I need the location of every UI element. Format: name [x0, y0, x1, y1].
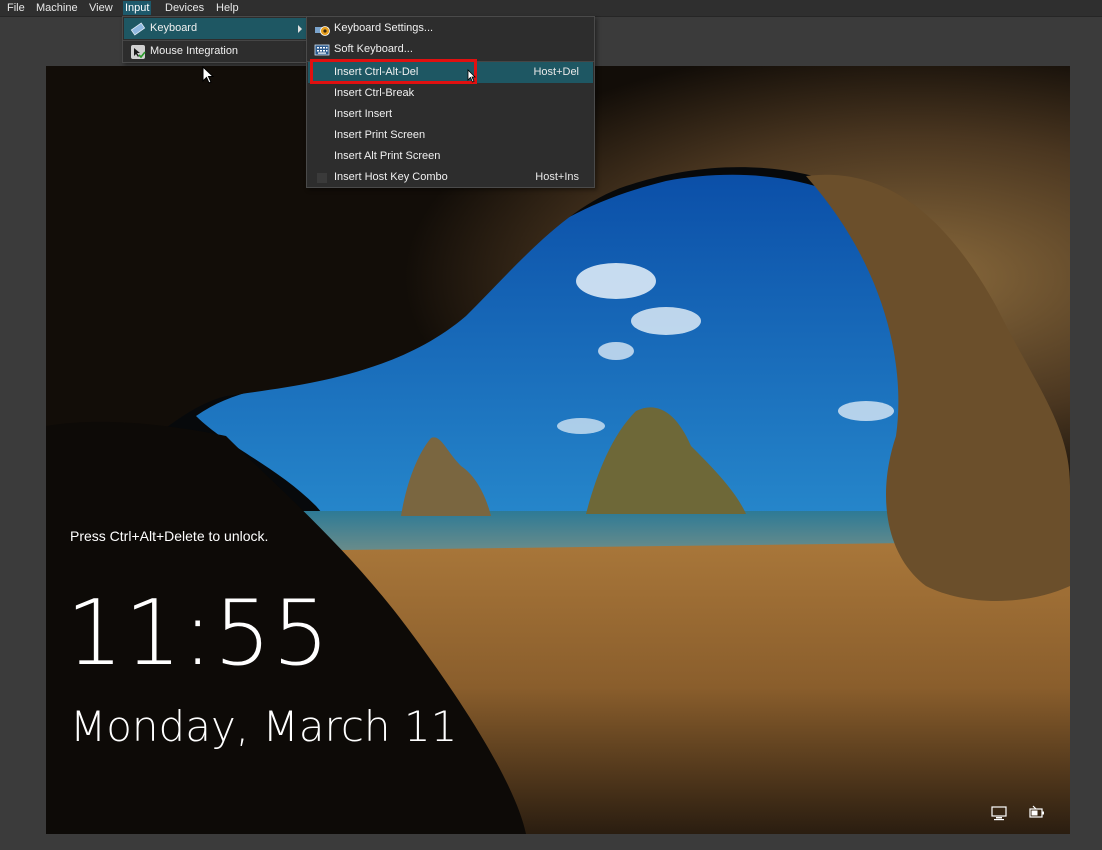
menu-item-insert-print-screen[interactable]: Insert Print Screen [308, 125, 593, 146]
input-menu-label: Mouse Integration [150, 45, 239, 57]
menu-item-insert-ctrl-break[interactable]: Insert Ctrl-Break [308, 83, 593, 104]
menu-item-insert-alt-print-screen[interactable]: Insert Alt Print Screen [308, 146, 593, 167]
menu-item-label: Soft Keyboard... [334, 43, 413, 55]
input-menu-item-mouse-integration[interactable]: Mouse Integration [124, 41, 306, 62]
menu-item-shortcut: Host+Ins [535, 171, 579, 183]
menu-file[interactable]: File [5, 1, 27, 15]
menubar: File Machine View Input Devices Help [0, 0, 1102, 17]
mouse-cursor-icon [467, 69, 476, 83]
input-menu: Keyboard Mouse Integration [122, 16, 308, 63]
menu-item-insert-host-key-combo[interactable]: Insert Host Key Combo Host+Ins [308, 167, 593, 188]
keyboard-submenu: Keyboard Settings... Soft Keyboard... In… [306, 16, 595, 188]
menu-view[interactable]: View [87, 1, 115, 15]
keyboard-icon [130, 21, 146, 37]
input-menu-label: Keyboard [150, 22, 198, 34]
menu-item-insert-insert[interactable]: Insert Insert [308, 104, 593, 125]
host-key-combo-icon [314, 170, 330, 186]
menu-machine[interactable]: Machine [34, 1, 80, 15]
network-icon[interactable] [990, 804, 1008, 822]
menu-item-label: Insert Host Key Combo [334, 171, 448, 183]
power-icon[interactable] [1028, 804, 1046, 822]
menu-item-label: Keyboard Settings... [334, 22, 434, 34]
menu-item-label: Insert Alt Print Screen [334, 150, 441, 162]
menu-item-label: Insert Insert [334, 108, 393, 120]
menu-devices[interactable]: Devices [163, 1, 206, 15]
menu-item-label: Insert Print Screen [334, 129, 426, 141]
unlock-instruction: Press Ctrl+Alt+Delete to unlock. [70, 528, 269, 544]
lockscreen-date: Monday, March 11 [70, 702, 458, 751]
mouse-cursor-icon [202, 66, 215, 84]
input-menu-item-keyboard[interactable]: Keyboard [124, 18, 306, 39]
menu-item-soft-keyboard[interactable]: Soft Keyboard... [308, 39, 593, 60]
menu-item-shortcut: Host+Del [533, 66, 579, 78]
keyboard-settings-icon [314, 21, 330, 37]
menu-input[interactable]: Input [123, 1, 152, 15]
annotation-highlight-box [310, 59, 477, 84]
menu-item-label: Insert Ctrl-Break [334, 87, 415, 99]
mouse-integration-icon [130, 44, 146, 60]
menu-item-keyboard-settings[interactable]: Keyboard Settings... [308, 18, 593, 39]
submenu-arrow-icon [298, 25, 302, 33]
lockscreen-time: 11:55 [66, 581, 331, 686]
soft-keyboard-icon [314, 42, 330, 58]
menu-help[interactable]: Help [214, 1, 241, 15]
